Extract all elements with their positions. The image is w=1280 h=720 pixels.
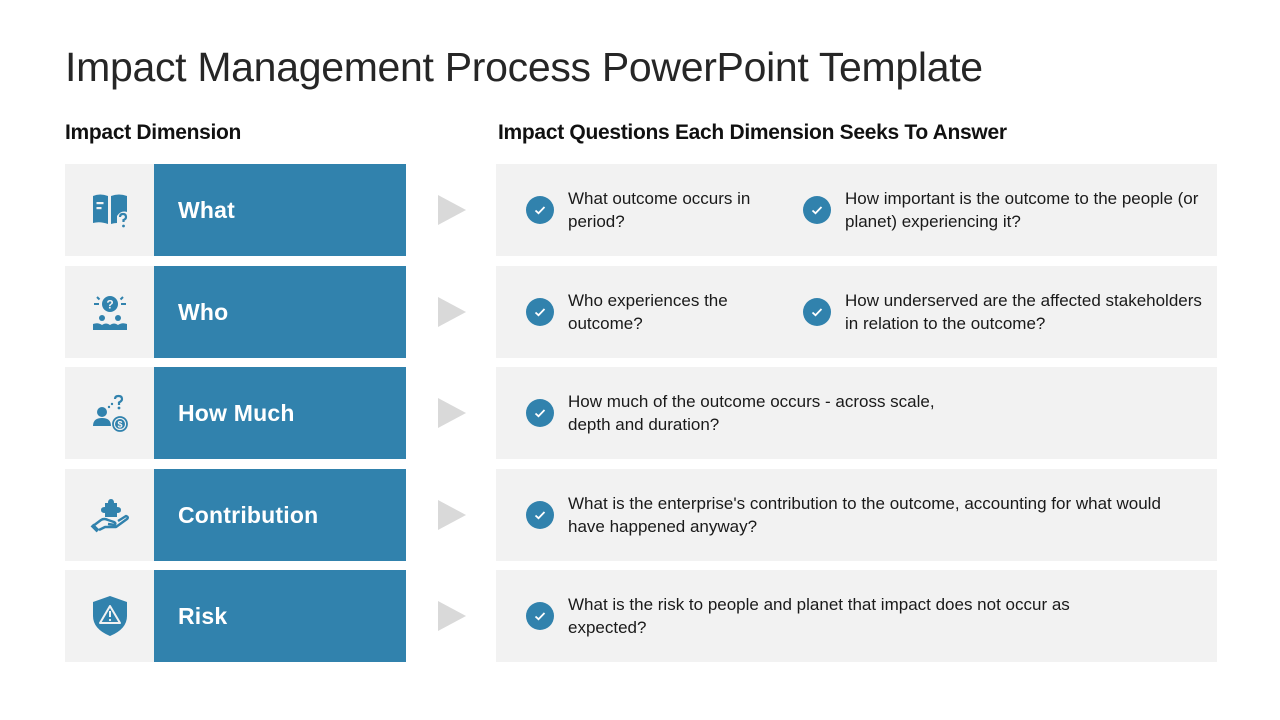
question-item: Who experiences the outcome? xyxy=(526,266,778,358)
question-item: What is the enterprise's contribution to… xyxy=(526,469,1188,561)
person-dollar-question-icon: $ xyxy=(92,394,128,432)
questions-panel: What is the enterprise's contribution to… xyxy=(496,469,1217,561)
icon-panel xyxy=(65,469,154,561)
question-text: What is the risk to people and planet th… xyxy=(568,595,1070,637)
hand-puzzle-icon xyxy=(90,499,129,533)
slide-title: Impact Management Process PowerPoint Tem… xyxy=(65,44,983,90)
book-question-icon xyxy=(92,194,127,228)
dimension-label: Risk xyxy=(154,570,406,662)
question-item: What outcome occurs in period? xyxy=(526,164,778,256)
question-item: How underserved are the affected stakeho… xyxy=(803,266,1205,358)
dimension-label: Who xyxy=(154,266,406,358)
arrow-right-icon xyxy=(438,195,466,225)
check-circle-icon xyxy=(803,298,831,326)
dimension-row-what: What What outcome occurs in period? How … xyxy=(65,164,1217,256)
dimension-row-who: ? Who Who experiences the outcome? How u… xyxy=(65,266,1217,358)
questions-panel: Who experiences the outcome? How underse… xyxy=(496,266,1217,358)
question-text: What outcome occurs in period? xyxy=(568,189,751,231)
dimension-row-contribution: Contribution What is the enterprise's co… xyxy=(65,469,1217,561)
question-item: How important is the outcome to the peop… xyxy=(803,164,1205,256)
check-circle-icon xyxy=(526,399,554,427)
arrow-right-icon xyxy=(438,601,466,631)
question-item: What is the risk to people and planet th… xyxy=(526,570,1138,662)
dimension-label: How Much xyxy=(154,367,406,459)
dimension-label-text: How Much xyxy=(178,399,295,426)
dimension-label: Contribution xyxy=(154,469,406,561)
questions-panel: What outcome occurs in period? How impor… xyxy=(496,164,1217,256)
question-item: How much of the outcome occurs - across … xyxy=(526,367,938,459)
question-text: What is the enterprise's contribution to… xyxy=(568,494,1161,536)
shield-warning-icon xyxy=(92,596,127,636)
icon-panel: $ xyxy=(65,367,154,459)
question-text: How much of the outcome occurs - across … xyxy=(568,392,935,434)
arrow-right-icon xyxy=(438,398,466,428)
questions-panel: What is the risk to people and planet th… xyxy=(496,570,1217,662)
impact-questions-heading: Impact Questions Each Dimension Seeks To… xyxy=(498,121,1007,144)
dimension-row-risk: Risk What is the risk to people and plan… xyxy=(65,570,1217,662)
questions-panel: How much of the outcome occurs - across … xyxy=(496,367,1217,459)
question-text: How important is the outcome to the peop… xyxy=(845,189,1199,231)
dimension-label: What xyxy=(154,164,406,256)
dimension-label-text: Who xyxy=(178,298,229,325)
svg-text:?: ? xyxy=(106,298,113,312)
svg-text:$: $ xyxy=(117,420,122,430)
people-question-icon: ? xyxy=(92,296,127,330)
impact-dimension-heading: Impact Dimension xyxy=(65,121,242,144)
arrow-right-icon xyxy=(438,500,466,530)
question-text: Who experiences the outcome? xyxy=(568,291,728,333)
check-circle-icon xyxy=(526,196,554,224)
dimension-label-text: What xyxy=(178,196,236,223)
check-circle-icon xyxy=(526,602,554,630)
dimension-label-text: Risk xyxy=(178,602,228,629)
check-circle-icon xyxy=(526,501,554,529)
check-circle-icon xyxy=(803,196,831,224)
dimension-label-text: Contribution xyxy=(178,501,319,528)
icon-panel xyxy=(65,164,154,256)
dimension-row-how-much: $ How Much How much of the outcome occur… xyxy=(65,367,1217,459)
question-text: How underserved are the affected stakeho… xyxy=(845,291,1202,333)
check-circle-icon xyxy=(526,298,554,326)
icon-panel xyxy=(65,570,154,662)
icon-panel: ? xyxy=(65,266,154,358)
arrow-right-icon xyxy=(438,297,466,327)
